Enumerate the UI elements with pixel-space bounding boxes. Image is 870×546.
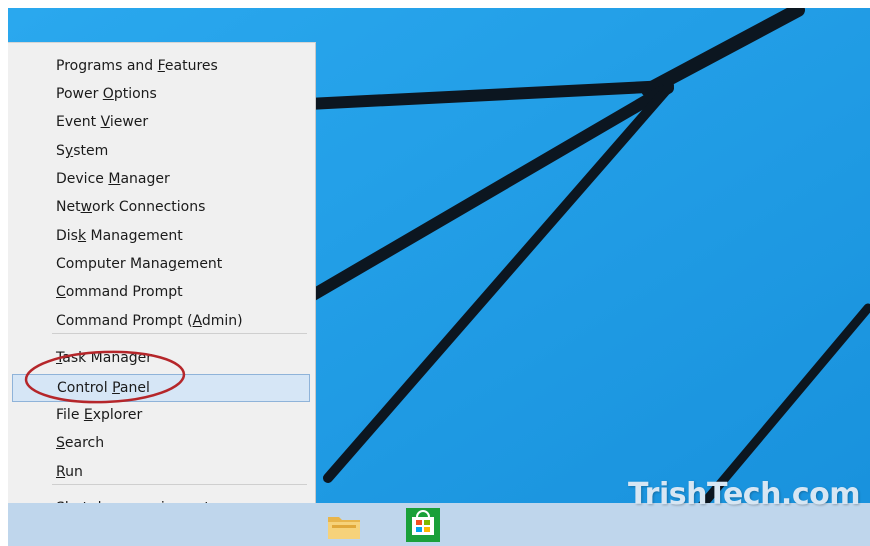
access-key: R [56, 464, 66, 480]
screen: Programs and Features Power Options Event … [8, 8, 870, 546]
menu-item-label: Power Options [56, 86, 157, 102]
menu-item-label: Search [56, 435, 105, 451]
menu-item-command-prompt-admin[interactable]: Command Prompt (Admin) [12, 308, 310, 336]
access-key: V [100, 114, 110, 130]
menu-item-label: Event Viewer [56, 114, 149, 130]
access-key: w [80, 199, 93, 215]
menu-item-file-explorer[interactable]: File Explorer [12, 402, 310, 430]
menu-item-label: System [56, 143, 109, 159]
access-key: C [56, 284, 66, 300]
menu-item-search[interactable]: Search [12, 430, 310, 458]
access-key: A [192, 313, 202, 329]
menu-item-network-connections[interactable]: Network Connections [12, 194, 310, 222]
menu-item-programs-and-features[interactable]: Programs and Features [12, 53, 310, 81]
access-key: O [102, 86, 114, 102]
menu-item-label: Run [56, 464, 83, 480]
menu-item-power-options[interactable]: Power Options [12, 81, 310, 109]
menu-item-computer-management[interactable]: Computer Management [12, 251, 310, 279]
menu-item-label: File Explorer [56, 407, 143, 423]
menu-item-command-prompt[interactable]: Command Prompt [12, 279, 310, 307]
menu-item-label: Device Manager [56, 171, 170, 187]
winx-power-user-menu: Programs and Features Power Options Event … [8, 42, 316, 546]
access-key: S [56, 435, 65, 451]
annotation-circle [24, 350, 186, 404]
menu-item-label: Computer Management [56, 256, 223, 272]
access-key: g [168, 256, 178, 272]
menu-item-label: Network Connections [56, 199, 206, 215]
menu-item-label: Programs and Features [56, 58, 218, 74]
access-key: M [108, 171, 121, 187]
menu-item-label: Disk Management [56, 228, 183, 244]
menu-item-system[interactable]: System [12, 138, 310, 166]
taskbar-store-button[interactable] [398, 503, 450, 546]
taskbar-file-explorer-button[interactable] [318, 503, 370, 546]
menu-item-label: Command Prompt [56, 284, 183, 300]
access-key: y [64, 143, 74, 159]
store-icon [406, 508, 440, 542]
access-key: k [77, 228, 87, 244]
access-key: E [83, 407, 93, 423]
menu-item-event-viewer[interactable]: Event Viewer [12, 109, 310, 137]
menu-item-run[interactable]: Run [12, 459, 310, 487]
menu-item-label: Command Prompt (Admin) [56, 313, 243, 329]
access-key: F [157, 58, 165, 74]
menu-item-disk-management[interactable]: Disk Management [12, 223, 310, 251]
menu-item-device-manager[interactable]: Device Manager [12, 166, 310, 194]
folder-icon [328, 517, 360, 539]
watermark: TrishTech.com [628, 477, 860, 512]
